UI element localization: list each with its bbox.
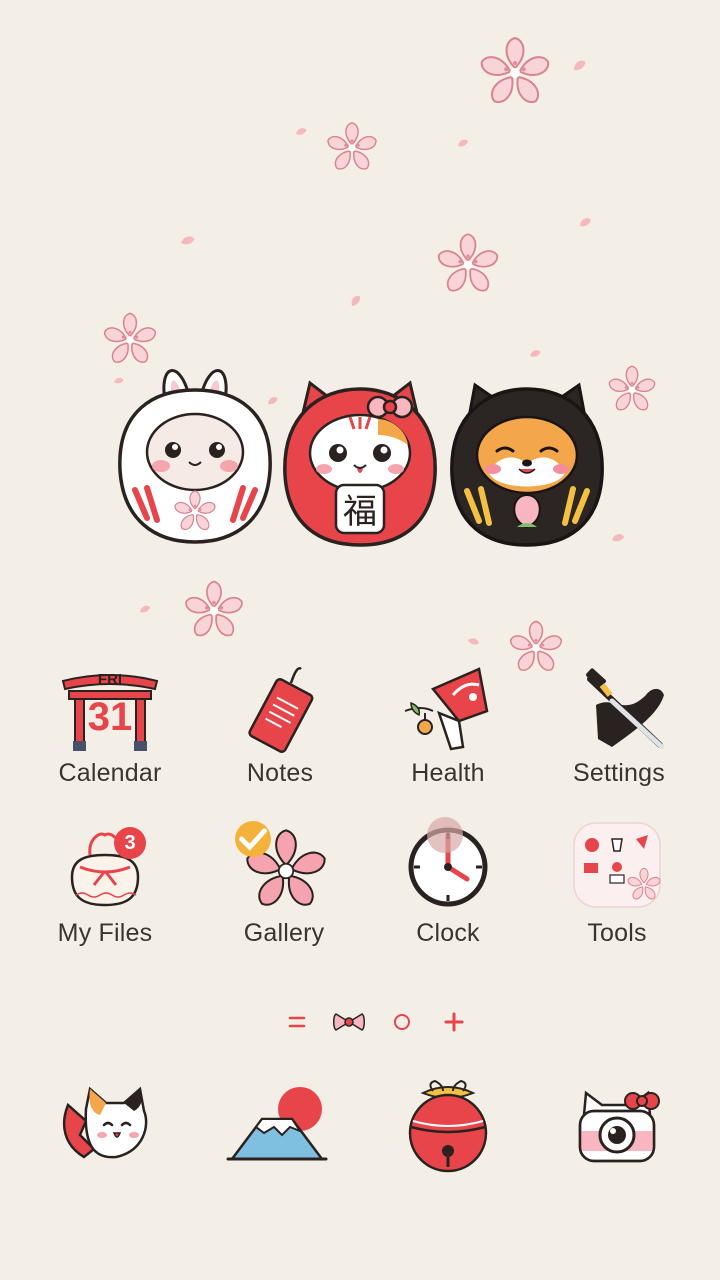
svg-text:福: 福: [343, 492, 377, 532]
dock-camera[interactable]: [562, 1075, 672, 1175]
rabbit-daruma: [118, 368, 272, 544]
katana-settings-icon: [586, 668, 665, 750]
app-label: Calendar: [58, 759, 162, 787]
app-label: Gallery: [243, 919, 325, 947]
circle-page-icon[interactable]: [385, 1005, 419, 1039]
app-grid: FRI 31 Calendar Notes Health Settings 3 …: [0, 655, 720, 965]
calendar-day: FRI: [97, 671, 123, 688]
app-label: My Files: [57, 919, 153, 947]
touch-indicator: [427, 817, 463, 853]
app-label: Notes: [246, 759, 314, 787]
cat-daruma: 福: [283, 380, 437, 547]
menu-lines-icon[interactable]: [280, 1005, 314, 1039]
tools-folder-icon: [573, 822, 661, 908]
dock-messages[interactable]: [393, 1075, 503, 1175]
app-settings[interactable]: Settings: [534, 655, 704, 805]
calendar-date: 31: [87, 695, 133, 739]
pouch-files-icon: [70, 832, 140, 907]
app-gallery[interactable]: Gallery: [199, 815, 369, 965]
app-label: Settings: [573, 759, 665, 787]
page-indicator: [280, 1005, 480, 1039]
app-label: Tools: [587, 919, 647, 947]
dock-phone[interactable]: [50, 1075, 160, 1175]
lucky-cat-phone-icon: [62, 1086, 148, 1159]
app-label: Clock: [416, 919, 480, 947]
app-clock[interactable]: Clock: [363, 815, 533, 965]
sakura-blossoms: [101, 37, 658, 675]
plus-page-icon[interactable]: [437, 1005, 471, 1039]
app-label: Health: [411, 759, 485, 787]
mount-fuji-icon: [226, 1087, 328, 1161]
app-notes[interactable]: Notes: [195, 655, 365, 805]
dock: [0, 1075, 720, 1185]
app-health[interactable]: Health: [363, 655, 533, 805]
app-calendar[interactable]: FRI 31 Calendar: [25, 655, 195, 805]
notification-badge: 3: [114, 827, 146, 859]
app-tools-folder[interactable]: Tools: [532, 815, 702, 965]
tag-notes-icon: [248, 667, 314, 753]
cat-camera-icon: [578, 1090, 660, 1163]
selected-check-icon: [235, 821, 271, 857]
dock-browser[interactable]: [222, 1075, 332, 1175]
app-my-files[interactable]: 3 My Files: [20, 815, 190, 965]
bow-current-page-icon[interactable]: [332, 1005, 366, 1039]
red-bell-icon: [408, 1079, 488, 1173]
shiba-daruma: [450, 382, 604, 547]
fan-health-icon: [404, 667, 489, 751]
